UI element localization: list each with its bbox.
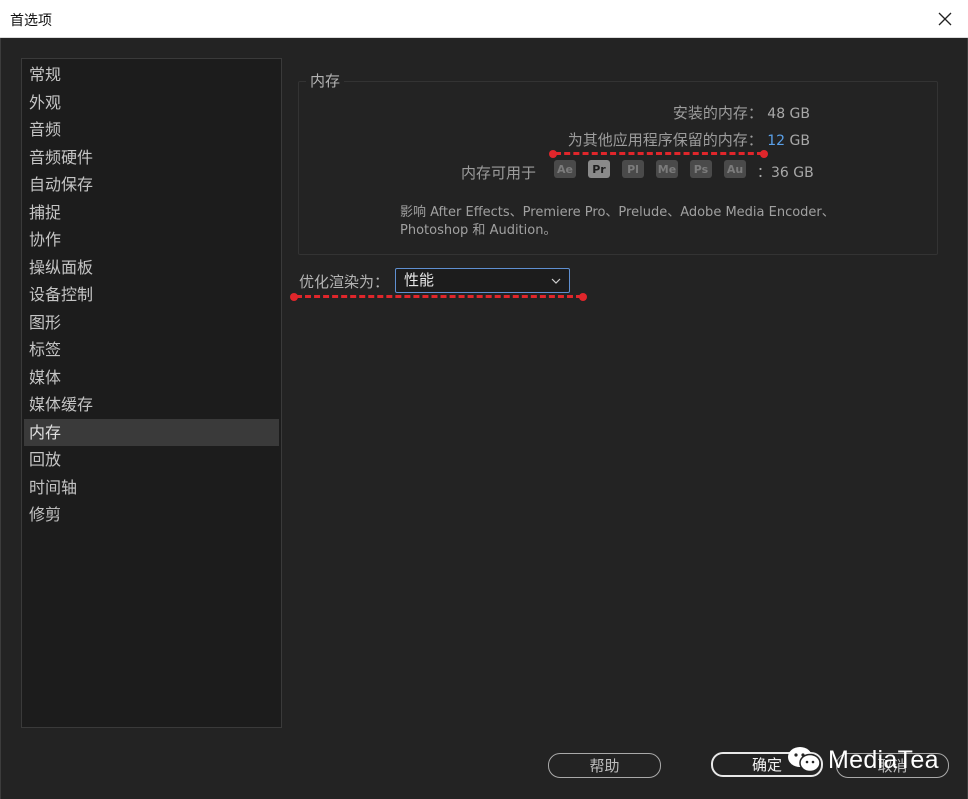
close-button[interactable] bbox=[922, 0, 968, 38]
help-button[interactable]: 帮助 bbox=[548, 753, 661, 778]
sidebar-item-media-cache[interactable]: 媒体缓存 bbox=[24, 391, 279, 419]
sidebar-item-timeline[interactable]: 时间轴 bbox=[24, 474, 279, 502]
app-badge-pl[interactable]: Pl bbox=[622, 160, 644, 178]
sidebar-item-device-control[interactable]: 设备控制 bbox=[24, 281, 279, 309]
optimize-render-label: 优化渲染为： bbox=[299, 273, 390, 291]
wechat-icon bbox=[788, 747, 821, 773]
optimize-render-value: 性能 bbox=[404, 271, 435, 289]
optimize-render-select[interactable]: 性能 bbox=[395, 268, 570, 293]
app-badge-me[interactable]: Me bbox=[656, 160, 678, 178]
memory-group-title: 内存 bbox=[306, 70, 345, 91]
annotation-underline-render bbox=[296, 295, 582, 298]
sidebar-item-control-surface[interactable]: 操纵面板 bbox=[24, 254, 279, 282]
sidebar-item-general[interactable]: 常规 bbox=[24, 61, 279, 89]
chevron-down-icon bbox=[551, 271, 561, 298]
watermark: MediaTea bbox=[786, 740, 939, 780]
installed-memory-value: 48 GB bbox=[767, 106, 810, 122]
sidebar-item-collaboration[interactable]: 协作 bbox=[24, 226, 279, 254]
close-icon bbox=[938, 12, 952, 26]
reserved-memory-value[interactable]: 12 bbox=[767, 133, 785, 149]
installed-memory-label: 安装的内存： bbox=[672, 104, 763, 122]
app-badge-pr[interactable]: Pr bbox=[588, 160, 610, 178]
sidebar-item-memory[interactable]: 内存 bbox=[24, 418, 279, 446]
sidebar-item-media[interactable]: 媒体 bbox=[24, 364, 279, 392]
watermark-text: MediaTea bbox=[828, 745, 939, 774]
app-badge-ae[interactable]: Ae bbox=[554, 160, 576, 178]
sidebar-item-graphics[interactable]: 图形 bbox=[24, 309, 279, 337]
app-badge-au[interactable]: Au bbox=[724, 160, 746, 178]
sidebar-item-playback[interactable]: 回放 bbox=[24, 446, 279, 474]
sidebar-item-auto-save[interactable]: 自动保存 bbox=[24, 171, 279, 199]
available-memory-label-wrap: 内存可用于 bbox=[461, 162, 536, 183]
sidebar-item-audio-hardware[interactable]: 音频硬件 bbox=[24, 144, 279, 172]
reserved-memory-row: 为其他应用程序保留的内存： 12 GB bbox=[568, 129, 810, 150]
sidebar-item-audio[interactable]: 音频 bbox=[24, 116, 279, 144]
available-memory-value: ：36 GB bbox=[757, 165, 814, 181]
available-memory-label: 内存可用于 bbox=[461, 164, 537, 182]
title-bar: 首选项 bbox=[0, 0, 968, 38]
memory-note: 影响 After Effects、Premiere Pro、Prelude、Ad… bbox=[400, 205, 835, 238]
app-badge-ps[interactable]: Ps bbox=[690, 160, 712, 178]
annotation-dot bbox=[579, 293, 587, 301]
sidebar: 常规 外观 音频 音频硬件 自动保存 捕捉 协作 操纵面板 设备控制 图形 标签… bbox=[21, 58, 282, 728]
window-title: 首选项 bbox=[10, 13, 52, 29]
sidebar-item-capture[interactable]: 捕捉 bbox=[24, 199, 279, 227]
sidebar-item-trim[interactable]: 修剪 bbox=[24, 501, 279, 529]
reserved-memory-label: 为其他应用程序保留的内存： bbox=[567, 131, 763, 149]
app-badges: Ae Pr Pl Me Ps Au bbox=[554, 160, 746, 178]
reserved-memory-unit: GB bbox=[789, 133, 810, 149]
sidebar-item-appearance[interactable]: 外观 bbox=[24, 89, 279, 117]
sidebar-item-labels[interactable]: 标签 bbox=[24, 336, 279, 364]
annotation-dot bbox=[760, 150, 768, 158]
annotation-underline-reserved bbox=[555, 152, 763, 155]
installed-memory-row: 安装的内存： 48 GB bbox=[673, 102, 810, 123]
